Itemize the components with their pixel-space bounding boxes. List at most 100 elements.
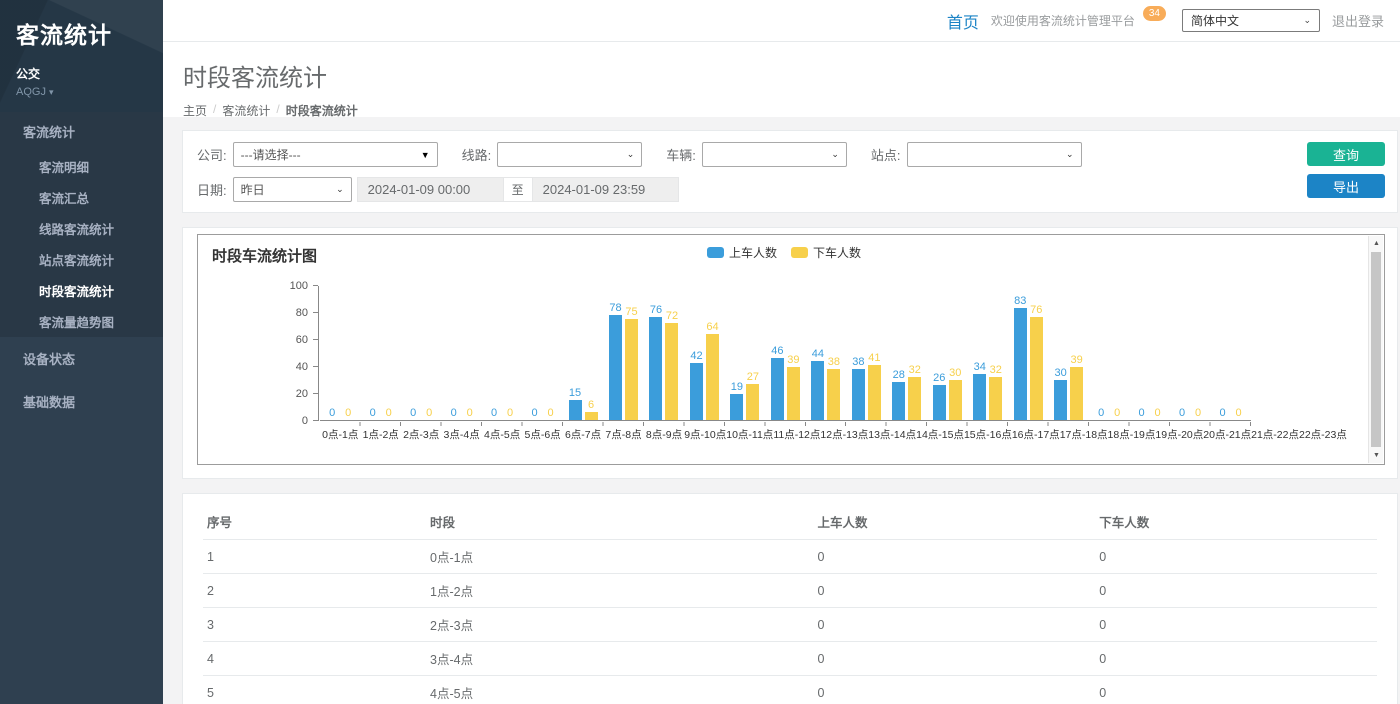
sidebar-item-passenger-summary[interactable]: 客流汇总 (0, 182, 163, 213)
x-tick-label: 2点-3点 (401, 427, 441, 442)
bar-value-label: 0 (329, 407, 335, 420)
legend-swatch-alighting (791, 247, 808, 258)
bar-group: 3841 (846, 352, 886, 420)
bar: 26 (933, 372, 946, 420)
nav-section-passenger-stats: 客流统计 客流明细 客流汇总 线路客流统计 站点客流统计 时段客流统计 客流量趋… (0, 112, 163, 337)
bar: 46 (771, 345, 784, 420)
table-cell: 0 (1095, 540, 1377, 574)
table-cell: 2 (203, 574, 426, 608)
bar-value-label: 0 (410, 407, 416, 420)
station-select[interactable]: ⌄ (907, 142, 1082, 167)
bar: 44 (811, 348, 824, 420)
period-stats-table: 序号 时段 上车人数 下车人数 10点-1点0021点-2点0032点-3点00… (203, 504, 1377, 704)
bar: 0 (423, 407, 436, 420)
date-start-input[interactable] (357, 177, 504, 202)
bar-group: 00 (482, 407, 522, 420)
y-tick (313, 420, 318, 421)
bar: 0 (544, 407, 557, 420)
bar: 83 (1014, 295, 1027, 420)
sidebar-item-period-stats[interactable]: 时段客流统计 (0, 275, 163, 306)
table-cell: 0 (813, 642, 1095, 676)
sidebar-item-passenger-stats[interactable]: 客流统计 (0, 112, 163, 151)
bar-rect (787, 367, 800, 420)
language-select[interactable]: 简体中文 ⌄ (1182, 9, 1320, 32)
bar-value-label: 0 (1179, 407, 1185, 420)
bar-rect (811, 361, 824, 420)
sidebar-item-line-stats[interactable]: 线路客流统计 (0, 213, 163, 244)
sidebar-item-trend-chart[interactable]: 客流量趋势图 (0, 306, 163, 337)
bar: 76 (649, 304, 662, 420)
y-tick (313, 339, 318, 340)
user-name: AQGJ (16, 86, 46, 98)
bar-rect (868, 365, 881, 420)
y-tick (313, 285, 318, 286)
bar-value-label: 0 (1235, 407, 1241, 420)
table-cell: 1 (203, 540, 426, 574)
table-cell: 3点-4点 (426, 642, 813, 676)
chart-scrollbar[interactable]: ▲ ▼ (1368, 236, 1383, 463)
bar-rect (609, 315, 622, 420)
bar-rect (1014, 308, 1027, 420)
language-value: 简体中文 (1191, 12, 1239, 29)
chevron-down-icon: ⌄ (1066, 149, 1074, 160)
bar-value-label: 0 (1139, 407, 1145, 420)
bar-rect (1030, 317, 1043, 420)
sidebar-item-passenger-detail[interactable]: 客流明细 (0, 151, 163, 182)
bar: 0 (1095, 407, 1108, 420)
vehicle-label: 车辆: (666, 145, 696, 164)
table-row: 54点-5点00 (203, 676, 1377, 704)
bar-group: 00 (1170, 407, 1210, 420)
bar: 39 (1070, 354, 1083, 420)
line-select[interactable]: ⌄ (497, 142, 642, 167)
bar-group: 00 (320, 407, 360, 420)
bar-value-label: 28 (893, 369, 905, 382)
bar-value-label: 0 (1219, 407, 1225, 420)
bar-value-label: 15 (569, 387, 581, 400)
home-link[interactable]: 首页 (947, 9, 979, 33)
bar-value-label: 38 (852, 356, 864, 369)
scrollbar-thumb[interactable] (1371, 252, 1381, 447)
bar-value-label: 32 (990, 364, 1002, 377)
legend-item-boarding[interactable]: 上车人数 (707, 244, 777, 261)
bar: 0 (463, 407, 476, 420)
sidebar-item-station-stats[interactable]: 站点客流统计 (0, 244, 163, 275)
x-tick-label: 22点-23点 (1299, 427, 1347, 442)
bar-group: 42 64 (684, 321, 724, 420)
user-menu[interactable]: AQGJ ▾ (16, 86, 149, 98)
bar-value-label: 39 (787, 354, 799, 367)
bar: 0 (504, 407, 517, 420)
bar-group: 1927 (725, 371, 765, 420)
bar-value-label: 0 (491, 407, 497, 420)
x-tick-label: 20点-21点 (1203, 427, 1251, 442)
period-traffic-chart: 时段车流统计图 上车人数 下车人数 020406080100 000000000… (197, 234, 1385, 465)
bar: 0 (447, 407, 460, 420)
bar-rect (827, 369, 840, 420)
bar-value-label: 64 (706, 321, 718, 334)
notification-badge[interactable]: 34 (1143, 6, 1166, 21)
table-cell: 4 (203, 642, 426, 676)
bar: 0 (366, 407, 379, 420)
bar-rect (585, 412, 598, 420)
sidebar-item-base-data[interactable]: 基础数据 (0, 380, 163, 423)
company-select[interactable]: ---请选择--- ▼ (233, 142, 438, 167)
scroll-up-icon[interactable]: ▲ (1369, 236, 1384, 251)
scroll-down-icon[interactable]: ▼ (1369, 448, 1384, 463)
sidebar-item-device-status[interactable]: 设备状态 (0, 337, 163, 380)
query-button[interactable]: 查询 (1307, 142, 1385, 166)
table-row: 32点-3点00 (203, 608, 1377, 642)
logout-link[interactable]: 退出登录 (1332, 11, 1384, 30)
bar-value-label: 0 (451, 407, 457, 420)
bar-rect (665, 323, 678, 420)
y-tick (313, 393, 318, 394)
bar-value-label: 44 (812, 348, 824, 361)
bar: 42 (690, 350, 703, 420)
bar-value-label: 0 (548, 407, 554, 420)
bar: 0 (326, 407, 339, 420)
bar-value-label: 39 (1071, 354, 1083, 367)
legend-item-alighting[interactable]: 下车人数 (791, 244, 861, 261)
date-preset-select[interactable]: 昨日 ⌄ (233, 177, 352, 202)
date-end-input[interactable] (532, 177, 679, 202)
vehicle-select[interactable]: ⌄ (702, 142, 847, 167)
bar-value-label: 30 (949, 367, 961, 380)
export-button[interactable]: 导出 (1307, 174, 1385, 198)
